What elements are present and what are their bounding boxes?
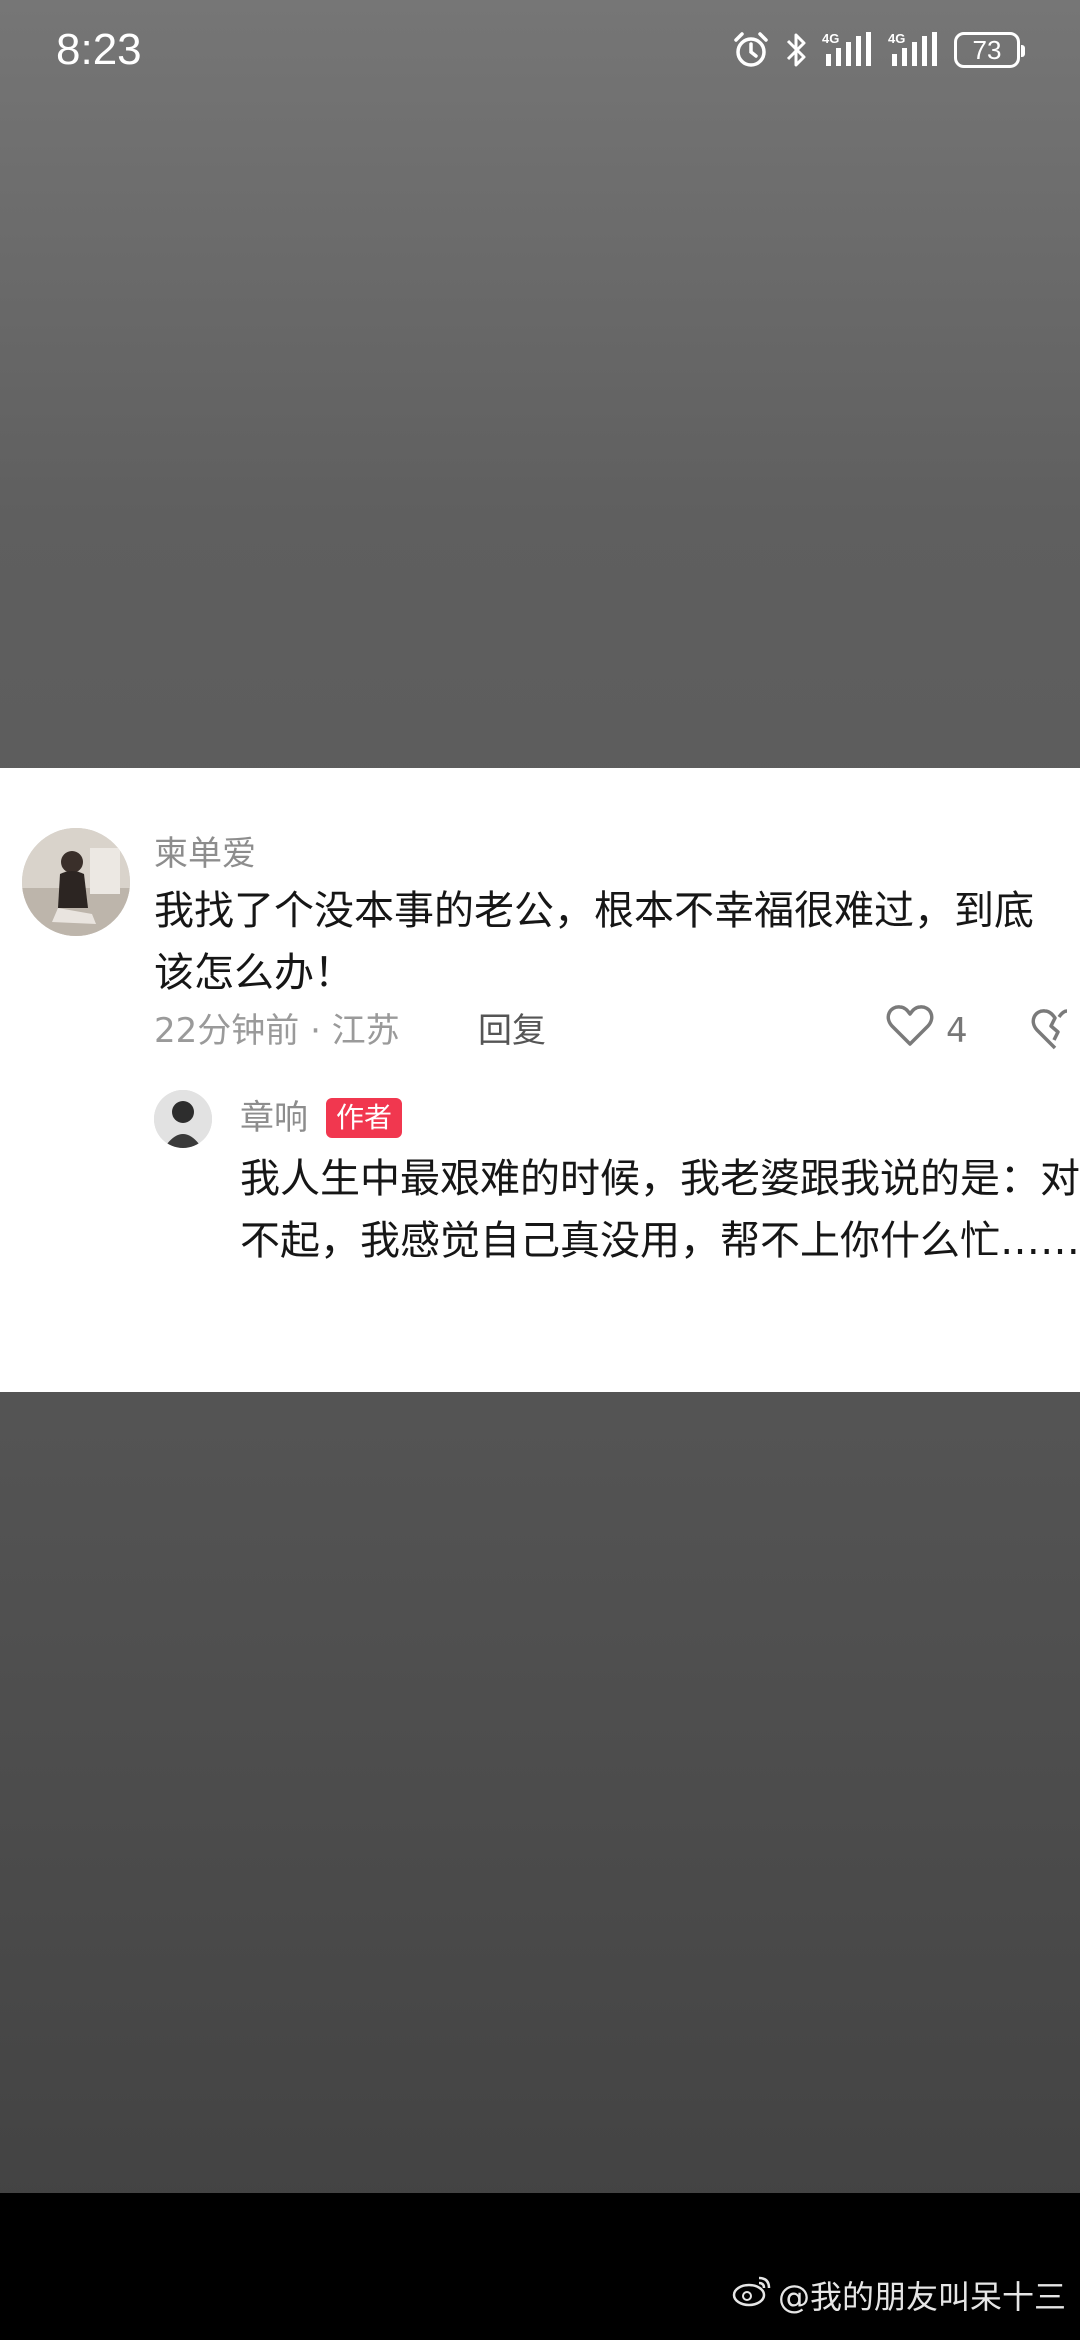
- comment-text: 我找了个没本事的老公，根本不幸福很难过，到底该怎么办！: [154, 888, 1034, 996]
- watermark: @我的朋友叫呆十三: [732, 2272, 1066, 2318]
- broken-heart-icon[interactable]: [1030, 1008, 1080, 1056]
- battery-indicator: 73: [954, 32, 1025, 68]
- like-button[interactable]: 4: [886, 1004, 968, 1057]
- reply-text: 我人生中最艰难的时候，我老婆跟我说的是：对不起，我感觉自己真没用，帮不上你什么忙…: [240, 1156, 1080, 1264]
- weibo-icon: [732, 2274, 772, 2316]
- 4g-signal-icon: 4G: [822, 30, 874, 70]
- author-avatar[interactable]: [154, 1090, 212, 1148]
- bluetooth-icon: [784, 31, 808, 69]
- like-count: 4: [946, 1010, 968, 1051]
- comment-meta: 22分钟前 · 江苏: [154, 1011, 400, 1051]
- avatar[interactable]: [22, 828, 130, 936]
- status-bar: 8:23 4G 4G 73: [0, 0, 1080, 100]
- author-badge: 作者: [326, 1098, 403, 1138]
- reply-button[interactable]: 回复: [478, 1006, 546, 1056]
- heart-icon: [886, 1004, 934, 1057]
- bottom-bar: @我的朋友叫呆十三: [0, 2193, 1080, 2340]
- status-icons: 4G 4G 73: [732, 26, 1025, 74]
- 4g-signal-icon: 4G: [888, 30, 940, 70]
- comment-username[interactable]: 柬单爱: [154, 832, 256, 876]
- svg-text:4G: 4G: [822, 31, 839, 46]
- watermark-text: @我的朋友叫呆十三: [777, 2278, 1066, 2316]
- comment-card: 柬单爱 我找了个没本事的老公，根本不幸福很难过，到底该怎么办！ 22分钟前 · …: [0, 768, 1080, 1392]
- alarm-icon: [732, 31, 770, 69]
- reply-username[interactable]: 章响: [240, 1096, 308, 1140]
- status-time: 8:23: [56, 25, 142, 74]
- svg-text:4G: 4G: [888, 31, 905, 46]
